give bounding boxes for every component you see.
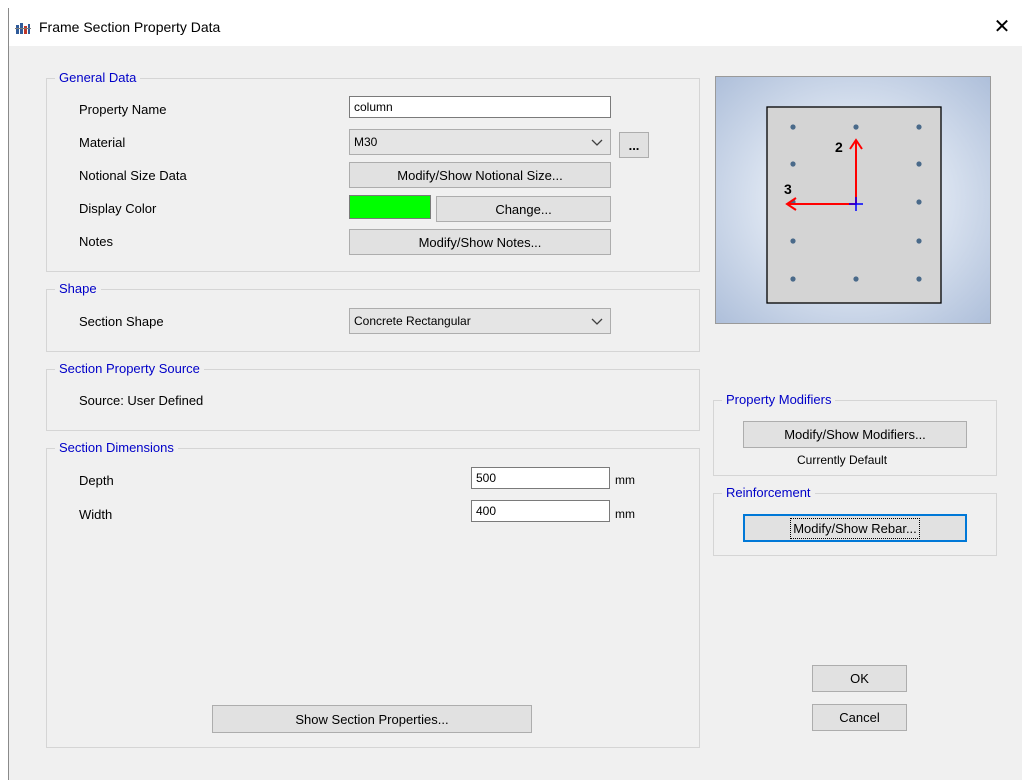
property-name-label: Property Name (79, 102, 167, 117)
section-preview: 2 3 (715, 76, 991, 324)
shape-legend: Shape (55, 281, 101, 296)
modify-rebar-button[interactable]: Modify/Show Rebar... (743, 514, 967, 542)
window-title: Frame Section Property Data (39, 19, 221, 35)
width-unit: mm (615, 507, 635, 521)
close-icon[interactable]: ✕ (982, 8, 1022, 46)
dialog-window: Frame Section Property Data ✕ General Da… (8, 8, 1022, 780)
section-dimensions-group: Section Dimensions (46, 440, 700, 748)
ok-button[interactable]: OK (812, 665, 907, 692)
axis-3-label: 3 (784, 181, 792, 197)
section-shape-label: Section Shape (79, 314, 164, 329)
modify-rebar-label: Modify/Show Rebar... (790, 517, 920, 539)
chevron-down-icon (591, 139, 603, 146)
property-source-text: Source: User Defined (79, 393, 204, 408)
depth-unit: mm (615, 473, 635, 487)
change-color-button[interactable]: Change... (436, 196, 611, 222)
material-label: Material (79, 135, 126, 150)
display-color-swatch[interactable] (349, 195, 431, 219)
material-select-value: M30 (354, 135, 378, 149)
notional-size-label: Notional Size Data (79, 168, 187, 183)
chevron-down-icon (591, 318, 603, 325)
title-bar: Frame Section Property Data ✕ (9, 8, 1022, 46)
reinforcement-legend: Reinforcement (722, 485, 815, 500)
property-name-input[interactable]: column (349, 96, 611, 118)
property-modifiers-legend: Property Modifiers (722, 392, 836, 407)
general-data-legend: General Data (55, 70, 141, 85)
notes-label: Notes (79, 234, 113, 249)
width-input[interactable]: 400 (471, 500, 610, 522)
section-dimensions-legend: Section Dimensions (55, 440, 178, 455)
axis-2-label: 2 (835, 139, 843, 155)
property-source-legend: Section Property Source (55, 361, 204, 376)
material-select[interactable]: M30 (349, 129, 611, 155)
modify-modifiers-button[interactable]: Modify/Show Modifiers... (743, 421, 967, 448)
notional-size-button[interactable]: Modify/Show Notional Size... (349, 162, 611, 188)
depth-input[interactable]: 500 (471, 467, 610, 489)
section-preview-drawing: 2 3 (766, 106, 942, 304)
cancel-button[interactable]: Cancel (812, 704, 907, 731)
show-section-properties-button[interactable]: Show Section Properties... (212, 705, 532, 733)
notes-button[interactable]: Modify/Show Notes... (349, 229, 611, 255)
display-color-label: Display Color (79, 201, 157, 216)
modifiers-status: Currently Default (797, 453, 888, 467)
section-shape-value: Concrete Rectangular (354, 314, 471, 328)
depth-label: Depth (79, 473, 114, 488)
app-icon (15, 22, 31, 35)
width-label: Width (79, 507, 113, 522)
material-more-button[interactable]: ... (619, 132, 649, 158)
section-shape-select[interactable]: Concrete Rectangular (349, 308, 611, 334)
